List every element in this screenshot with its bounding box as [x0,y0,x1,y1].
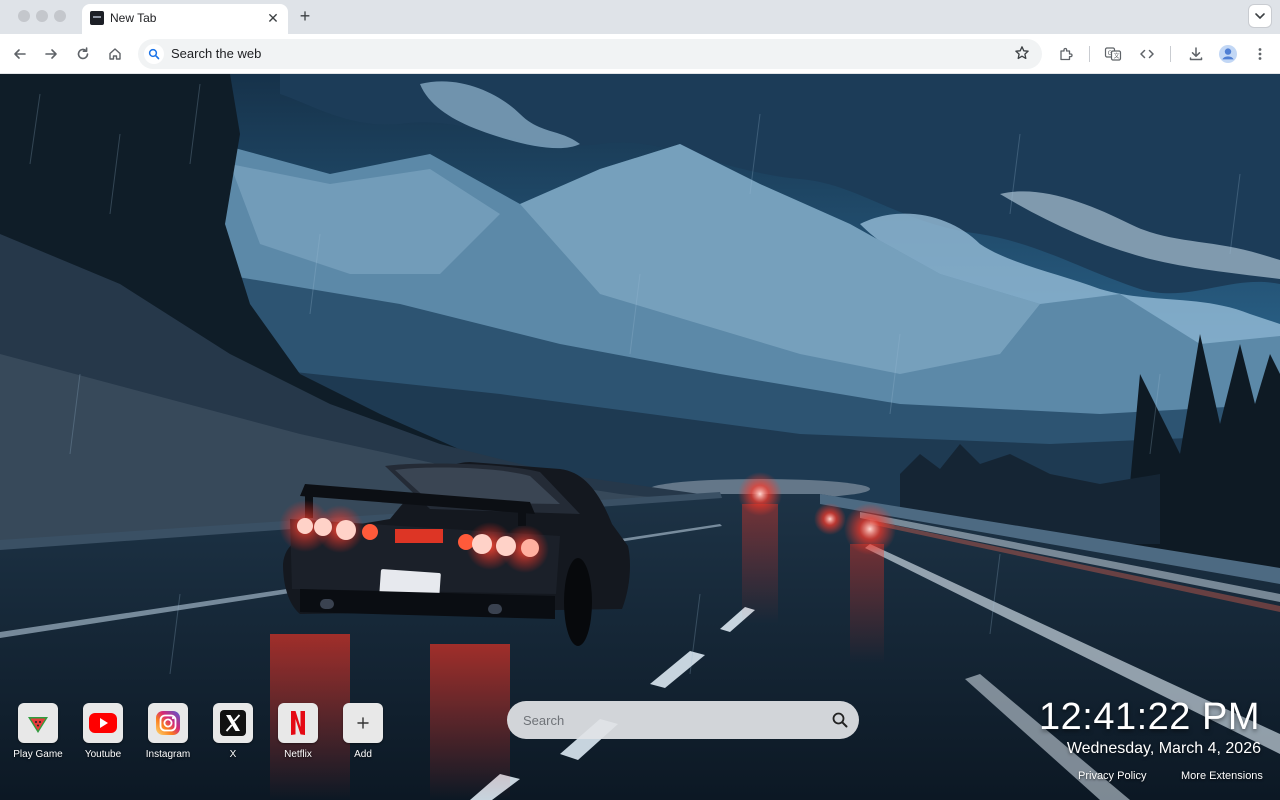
shortcut-tile [213,703,253,743]
shortcut-netflix[interactable]: Netflix [266,703,330,767]
shortcut-tile [148,703,188,743]
clock-time: 12:41:22 PM [1039,696,1260,738]
forward-arrow-icon [45,49,57,59]
window-zoom-control[interactable] [54,10,66,22]
back-button[interactable] [8,42,32,66]
chevron-down-icon [1255,13,1265,20]
tab-new-tab[interactable]: New Tab ✕ [82,4,288,34]
svg-text:G: G [1108,50,1113,57]
privacy-policy-link[interactable]: Privacy Policy [1078,770,1146,782]
search-icon[interactable] [831,711,849,729]
shortcut-label: Instagram [145,749,191,760]
shortcut-label: Netflix [284,749,312,760]
netflix-icon [291,711,305,735]
plus-icon [357,717,369,729]
more-extensions-link[interactable]: More Extensions [1181,770,1263,782]
shortcut-tile [343,703,383,743]
tab-strip: New Tab ✕ + [0,0,1280,34]
shortcut-instagram[interactable]: Instagram [136,703,200,767]
shortcut-tile [18,703,58,743]
window-minimize-control[interactable] [36,10,48,22]
back-arrow-icon [14,49,26,59]
search-icon [144,44,164,64]
svg-text:文: 文 [1114,52,1120,60]
newtab-app-icon [90,11,104,25]
more-vertical-icon [1258,48,1262,60]
devtools-button[interactable] [1135,42,1159,66]
shortcut-tile [278,703,318,743]
shortcut-tile [83,703,123,743]
shortcut-x[interactable]: X [201,703,265,767]
star-icon[interactable] [1014,45,1030,66]
profile-avatar-icon [1219,45,1237,63]
toolbar-divider [1089,46,1090,62]
menu-button[interactable] [1248,42,1272,66]
extensions-button[interactable] [1054,42,1078,66]
home-icon [109,48,121,60]
shortcut-label: Add [354,749,372,760]
youtube-icon [89,713,117,733]
tab-title: New Tab [110,11,157,25]
profile-button[interactable] [1216,42,1240,66]
forward-button[interactable] [39,42,63,66]
instagram-icon [156,711,180,735]
clock-date: Wednesday, March 4, 2026 [1066,740,1261,757]
shortcut-label: Youtube [84,749,122,760]
home-button[interactable] [103,42,127,66]
search-input[interactable] [523,710,823,730]
browser-toolbar: Search the web G文 [0,34,1280,74]
close-icon[interactable]: ✕ [264,9,282,27]
shortcut-label: Play Game [13,749,63,760]
reload-button[interactable] [71,42,95,66]
translate-button[interactable]: G文 [1101,42,1125,66]
page-search-bar [507,701,859,739]
downloads-button[interactable] [1184,42,1208,66]
watermelon-icon [28,717,48,733]
new-tab-page: Play Game Youtube Instagram X Netflix Ad… [0,74,1280,800]
window-close-control[interactable] [18,10,30,22]
new-tab-button[interactable]: + [294,6,316,28]
wallpaper-night-rain-car [0,74,1280,800]
x-logo-icon [220,710,246,736]
reload-icon [77,47,89,60]
tab-search-button[interactable] [1248,4,1272,28]
shortcut-play-game[interactable]: Play Game [6,703,70,767]
download-icon [1189,47,1203,61]
code-icon [1140,49,1154,59]
extensions-puzzle-icon [1060,47,1073,61]
shortcut-youtube[interactable]: Youtube [71,703,135,767]
shortcut-add[interactable]: Add [331,703,395,767]
omnibox-text: Search the web [171,46,262,61]
shortcut-label: X [229,749,237,760]
browser-window: New Tab ✕ + Search the web G 文 Play Game… [0,0,1280,800]
omnibox[interactable]: Search the web [138,39,1042,69]
toolbar-divider [1170,46,1171,62]
translate-icon: G文 [1104,47,1122,61]
